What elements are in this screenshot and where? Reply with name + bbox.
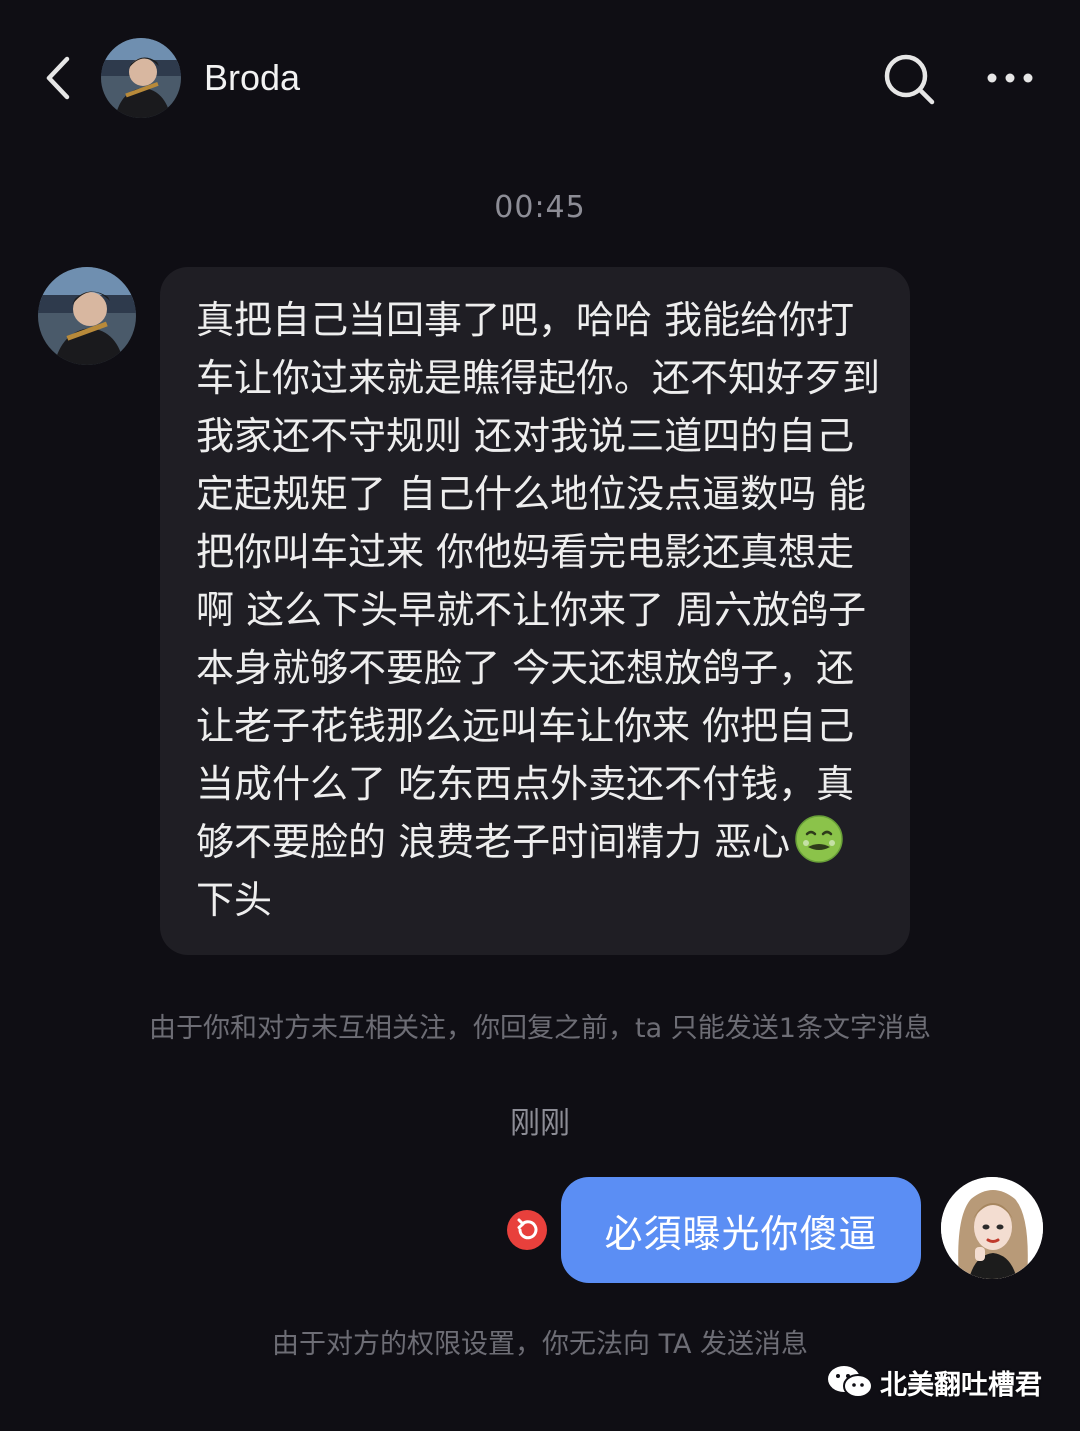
message-timestamp: 00:45 [494, 190, 586, 225]
more-button[interactable] [984, 60, 1036, 96]
watermark: 北美翻吐槽君 [826, 1362, 1042, 1402]
contact-name[interactable]: Broda [204, 50, 300, 106]
chevron-left-icon [46, 56, 70, 100]
outgoing-message-bubble[interactable]: 必須曝光你傻逼 [561, 1177, 921, 1283]
wechat-icon [828, 1366, 873, 1398]
message-timestamp: 刚刚 [510, 1106, 570, 1141]
permission-notice: 由于对方的权限设置，你无法向 TA 发送消息 [271, 1329, 809, 1360]
incoming-message-bubble[interactable]: 真把自己当回事了吧，哈哈 我能给你打车让你过来就是瞧得起你。还不知好歹到我家还不… [160, 267, 910, 955]
outgoing-message-text: 必須曝光你傻逼 [604, 1211, 878, 1256]
contact-avatar[interactable] [101, 38, 181, 118]
more-dots-icon [987, 73, 1033, 83]
user-avatar[interactable] [941, 1177, 1043, 1279]
back-button[interactable] [38, 50, 78, 106]
sender-avatar[interactable] [38, 267, 136, 365]
search-icon [884, 54, 935, 105]
retry-icon [507, 1210, 547, 1250]
nauseated-face-icon [794, 814, 844, 864]
resend-button[interactable] [506, 1209, 548, 1251]
follow-restriction-notice: 由于你和对方未互相关注，你回复之前，ta 只能发送1条文字消息 [149, 1013, 931, 1044]
search-button[interactable] [880, 50, 938, 108]
incoming-message-text: 真把自己当回事了吧，哈哈 我能给你打车让你过来就是瞧得起你。还不知好歹到我家还不… [196, 298, 881, 922]
watermark-text: 北美翻吐槽君 [880, 1369, 1042, 1401]
